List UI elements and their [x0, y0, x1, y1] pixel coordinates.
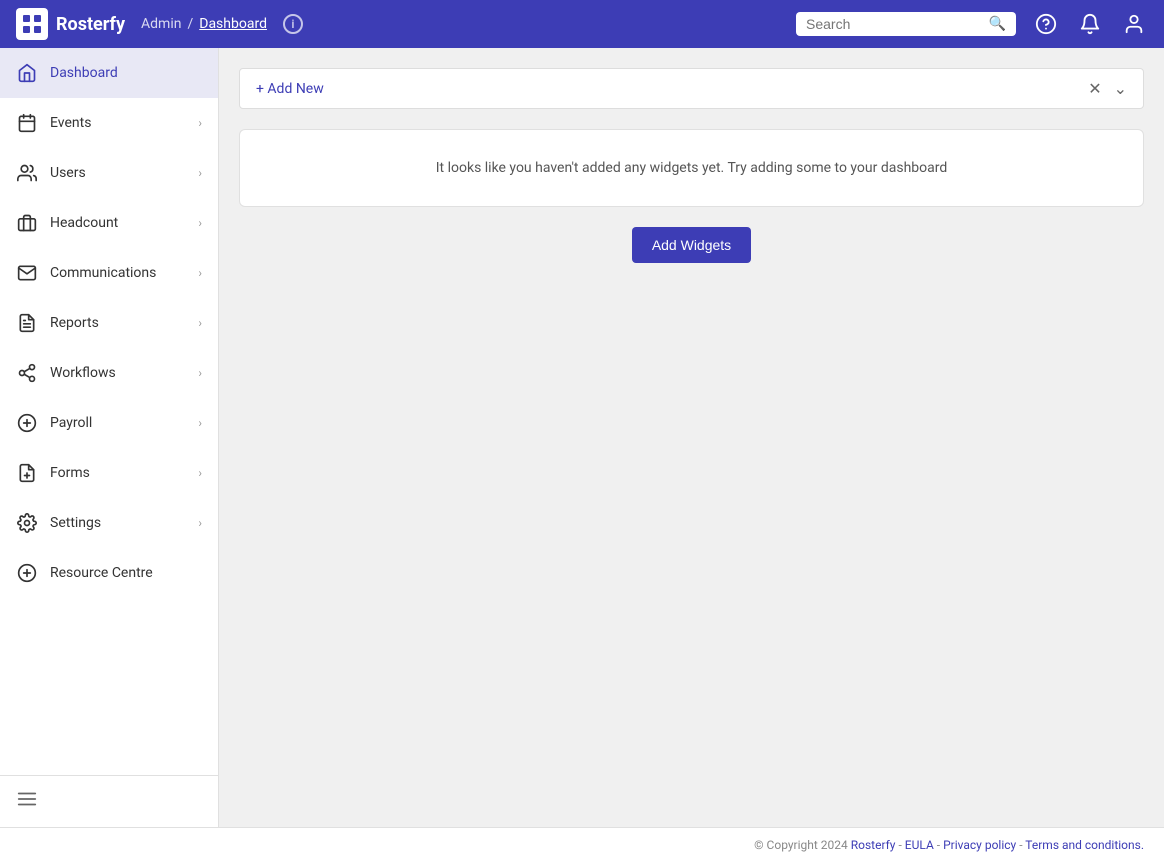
settings-icon: [16, 512, 38, 534]
add-widgets-button[interactable]: Add Widgets: [632, 227, 751, 263]
calendar-icon: [16, 112, 38, 134]
sidebar-item-resource-centre[interactable]: Resource Centre: [0, 548, 218, 598]
help-icon[interactable]: [1032, 10, 1060, 38]
chevron-right-icon: ›: [198, 466, 202, 480]
chevron-right-icon: ›: [198, 166, 202, 180]
chevron-right-icon: ›: [198, 416, 202, 430]
privacy-link[interactable]: Privacy policy: [943, 838, 1016, 852]
info-icon[interactable]: i: [283, 14, 303, 34]
sidebar-item-forms[interactable]: Forms ›: [0, 448, 218, 498]
top-nav: Rosterfy Admin / Dashboard i 🔍: [0, 0, 1164, 48]
search-box: 🔍: [796, 12, 1016, 36]
nav-icons: [1032, 10, 1148, 38]
home-icon: [16, 62, 38, 84]
sidebar-label-dashboard: Dashboard: [50, 65, 202, 81]
sidebar-label-headcount: Headcount: [50, 215, 198, 231]
breadcrumb: Admin / Dashboard: [141, 16, 267, 32]
sidebar-label-workflows: Workflows: [50, 365, 198, 381]
breadcrumb-parent: Admin: [141, 16, 181, 32]
sidebar-label-payroll: Payroll: [50, 415, 198, 431]
breadcrumb-current[interactable]: Dashboard: [199, 16, 267, 32]
sidebar-bottom: [0, 775, 218, 827]
empty-message: It looks like you haven't added any widg…: [270, 160, 1113, 176]
workflows-icon: [16, 362, 38, 384]
footer: © Copyright 2024 Rosterfy - EULA - Priva…: [0, 827, 1164, 862]
sidebar-label-communications: Communications: [50, 265, 198, 281]
eula-link[interactable]: EULA: [905, 838, 934, 852]
layout: Dashboard Events ›: [0, 48, 1164, 827]
sidebar-label-settings: Settings: [50, 515, 198, 531]
sidebar-item-headcount[interactable]: Headcount ›: [0, 198, 218, 248]
sidebar-label-resource-centre: Resource Centre: [50, 565, 202, 581]
search-icon: 🔍: [989, 16, 1006, 32]
sidebar-label-users: Users: [50, 165, 198, 181]
sidebar-item-communications[interactable]: Communications ›: [0, 248, 218, 298]
notifications-icon[interactable]: [1076, 10, 1104, 38]
sidebar-item-dashboard[interactable]: Dashboard: [0, 48, 218, 98]
sidebar-item-reports[interactable]: Reports ›: [0, 298, 218, 348]
chevron-right-icon: ›: [198, 216, 202, 230]
footer-sep3: -: [1019, 838, 1022, 852]
chevron-right-icon: ›: [198, 316, 202, 330]
resource-icon: [16, 562, 38, 584]
logo[interactable]: Rosterfy: [16, 8, 125, 40]
add-new-button[interactable]: + Add New: [256, 81, 324, 97]
sidebar-item-workflows[interactable]: Workflows ›: [0, 348, 218, 398]
sidebar: Dashboard Events ›: [0, 48, 219, 827]
forms-icon: [16, 462, 38, 484]
sidebar-item-payroll[interactable]: Payroll ›: [0, 398, 218, 448]
brand-link[interactable]: Rosterfy: [851, 838, 896, 852]
chevron-right-icon: ›: [198, 516, 202, 530]
sidebar-label-events: Events: [50, 115, 198, 131]
app-name: Rosterfy: [56, 14, 125, 35]
users-icon: [16, 162, 38, 184]
sidebar-item-events[interactable]: Events ›: [0, 98, 218, 148]
search-input[interactable]: [806, 16, 983, 32]
add-new-label: + Add New: [256, 81, 324, 97]
payroll-icon: [16, 412, 38, 434]
empty-state: It looks like you haven't added any widg…: [239, 129, 1144, 207]
sidebar-item-users[interactable]: Users ›: [0, 148, 218, 198]
close-panel-icon[interactable]: ✕: [1088, 79, 1101, 98]
logo-icon: [16, 8, 48, 40]
copyright-text: © Copyright 2024: [754, 838, 848, 852]
footer-sep2: -: [937, 838, 940, 852]
sidebar-label-forms: Forms: [50, 465, 198, 481]
sidebar-label-reports: Reports: [50, 315, 198, 331]
chevron-right-icon: ›: [198, 366, 202, 380]
sidebar-collapse-button[interactable]: [16, 788, 202, 815]
collapse-panel-icon[interactable]: ⌄: [1114, 79, 1127, 98]
briefcase-icon: [16, 212, 38, 234]
document-icon: [16, 312, 38, 334]
chevron-right-icon: ›: [198, 266, 202, 280]
chevron-right-icon: ›: [198, 116, 202, 130]
terms-link[interactable]: Terms and conditions.: [1025, 838, 1144, 852]
main-content: + Add New ✕ ⌄ It looks like you haven't …: [219, 48, 1164, 827]
envelope-icon: [16, 262, 38, 284]
panel-controls: ✕ ⌄: [1088, 79, 1127, 98]
breadcrumb-separator: /: [187, 16, 193, 32]
add-new-panel: + Add New ✕ ⌄: [239, 68, 1144, 109]
user-profile-icon[interactable]: [1120, 10, 1148, 38]
footer-sep1: -: [898, 838, 901, 852]
sidebar-item-settings[interactable]: Settings ›: [0, 498, 218, 548]
